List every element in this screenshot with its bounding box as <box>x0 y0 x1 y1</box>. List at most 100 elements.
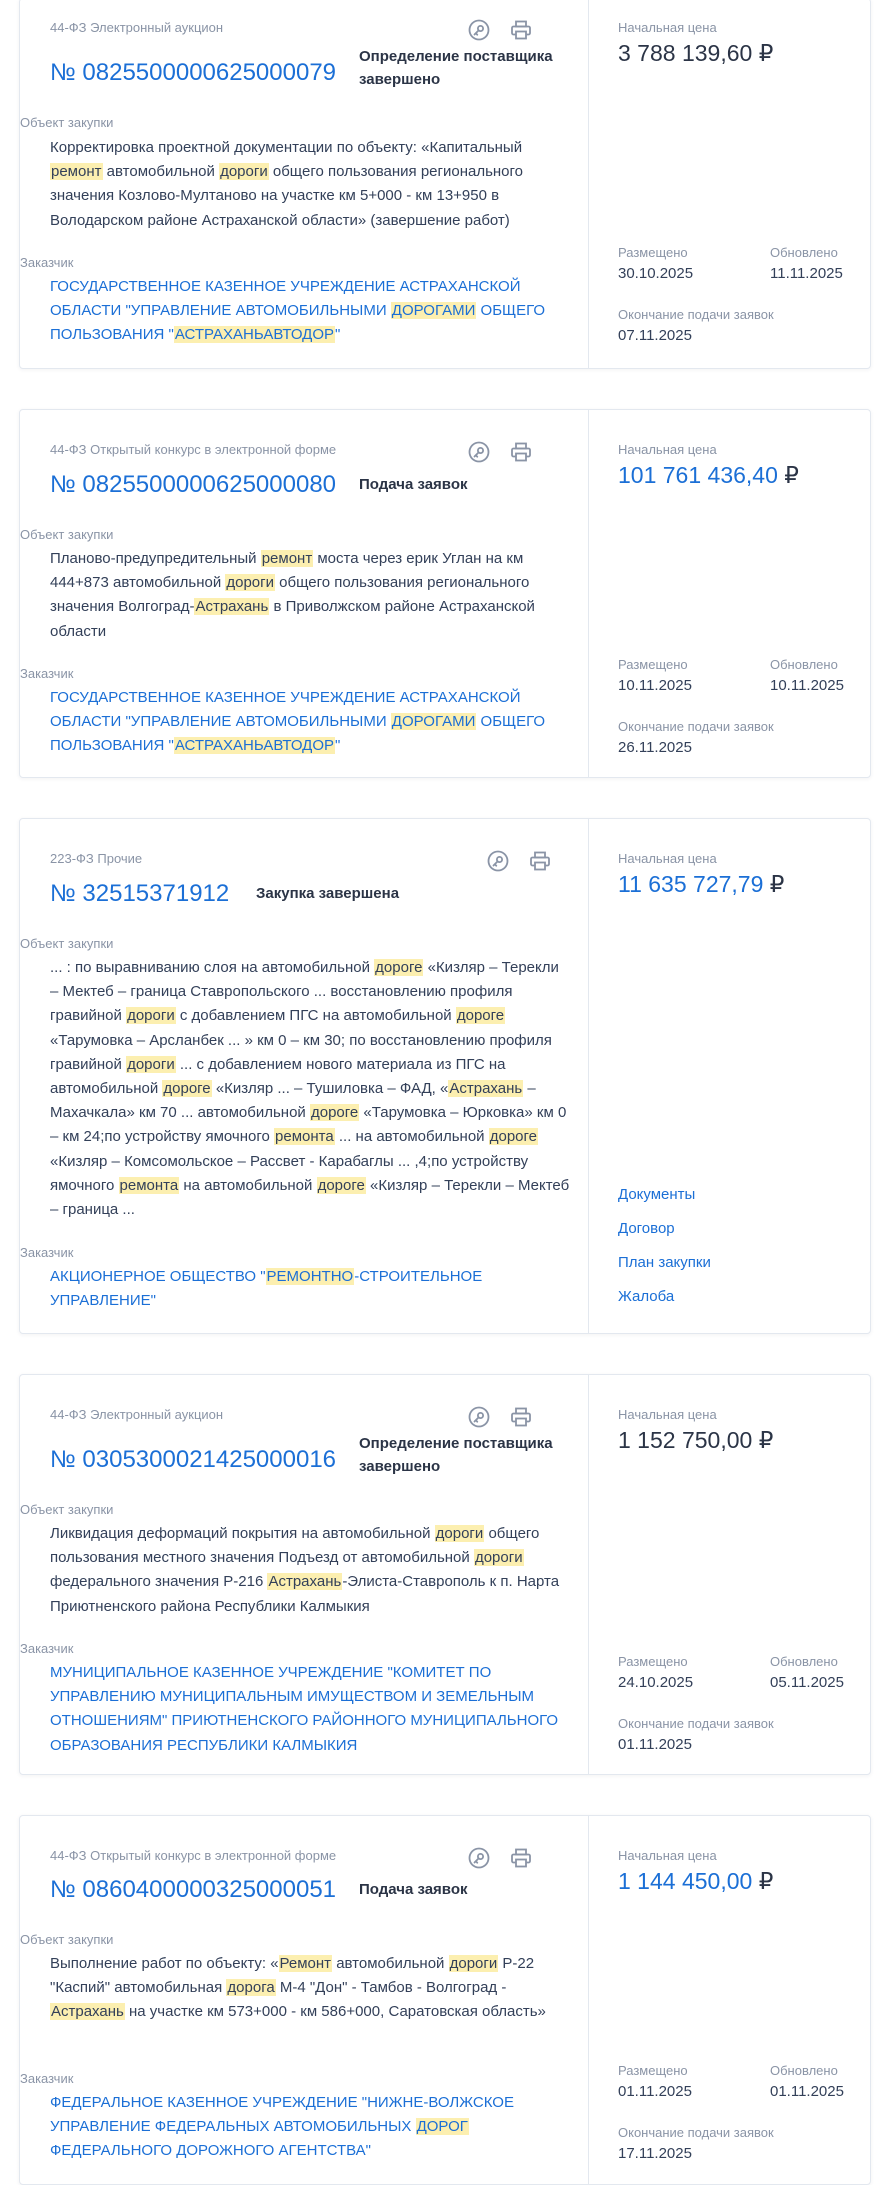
updated-date: 10.11.2025 <box>770 677 844 694</box>
law-type-tag: 223-ФЗ Прочие <box>50 851 143 866</box>
deadline-label: Окончание подачи заявок <box>618 307 774 322</box>
key-icon[interactable] <box>487 850 509 872</box>
start-price: 1 152 750,00 ₽ <box>618 1427 774 1453</box>
object-description: Ликвидация деформаций покрытия на автомо… <box>50 1525 560 1615</box>
customer-link[interactable]: МУНИЦИПАЛЬНОЕ КАЗЕННОЕ УЧРЕЖДЕНИЕ "КОМИТ… <box>50 1661 570 1758</box>
updated-label: Обновлено <box>770 2063 838 2078</box>
updated-label: Обновлено <box>770 1654 838 1669</box>
object-label: Объект закупки <box>20 936 114 951</box>
customer-link[interactable]: ФЕДЕРАЛЬНОЕ КАЗЕННОЕ УЧРЕЖДЕНИЕ "НИЖНЕ-В… <box>50 2091 570 2164</box>
object-description: Планово-предупредительный ремонт моста ч… <box>50 550 535 640</box>
deadline-date: 01.11.2025 <box>618 1736 692 1753</box>
updated-label: Обновлено <box>770 657 838 672</box>
card-actions <box>468 1847 532 1869</box>
deadline-label: Окончание подачи заявок <box>618 2125 774 2140</box>
card-side: Начальная цена 1 152 750,00 ₽ Размещено … <box>589 1375 870 1774</box>
posted-label: Размещено <box>618 2063 688 2078</box>
updated-date: 11.11.2025 <box>770 265 843 282</box>
purchase-plan-link[interactable]: План закупки <box>618 1254 711 1271</box>
documents-link[interactable]: Документы <box>618 1186 695 1203</box>
print-icon[interactable] <box>510 19 532 41</box>
law-type-tag: 44-ФЗ Открытый конкурс в электронной фор… <box>50 442 337 457</box>
contract-link[interactable]: Договор <box>618 1220 675 1237</box>
deadline-label: Окончание подачи заявок <box>618 719 774 734</box>
object-description: Корректировка проектной документации по … <box>50 139 523 229</box>
law-type-tag: 44-ФЗ Электронный аукцион <box>50 20 224 35</box>
customer-label: Заказчик <box>20 1245 74 1260</box>
purchase-number-link[interactable]: № 0825500000625000079 <box>50 59 336 87</box>
law-type-tag: 44-ФЗ Открытый конкурс в электронной фор… <box>50 1848 337 1863</box>
start-price: 1 144 450,00 ₽ <box>618 1868 774 1894</box>
purchase-number-link[interactable]: № 0860400000325000051 <box>50 1876 336 1904</box>
start-price: 11 635 727,79 ₽ <box>618 871 785 897</box>
key-icon[interactable] <box>468 441 490 463</box>
tender-card: 44-ФЗ Электронный аукцион № 082550000062… <box>19 0 871 369</box>
status-badge: Подача заявок <box>359 1881 468 1898</box>
object-label: Объект закупки <box>20 115 114 130</box>
purchase-number-link[interactable]: № 0825500000625000080 <box>50 471 336 499</box>
customer-link[interactable]: АКЦИОНЕРНОЕ ОБЩЕСТВО "РЕМОНТНО-СТРОИТЕЛЬ… <box>50 1265 570 1313</box>
posted-label: Размещено <box>618 657 688 672</box>
updated-date: 01.11.2025 <box>770 2083 844 2100</box>
updated-date: 05.11.2025 <box>770 1674 844 1691</box>
tender-card: 223-ФЗ Прочие № 32515371912 Закупка заве… <box>19 818 871 1334</box>
key-icon[interactable] <box>468 1847 490 1869</box>
card-main: 44-ФЗ Открытый конкурс в электронной фор… <box>20 410 589 777</box>
print-icon[interactable] <box>529 850 551 872</box>
price-label: Начальная цена <box>618 1848 717 1863</box>
key-icon[interactable] <box>468 1406 490 1428</box>
card-actions <box>468 441 532 463</box>
posted-date: 01.11.2025 <box>618 2083 692 2100</box>
purchase-number-link[interactable]: № 0305300021425000016 <box>50 1446 336 1474</box>
deadline-date: 17.11.2025 <box>618 2145 692 2162</box>
customer-link[interactable]: ГОСУДАРСТВЕННОЕ КАЗЕННОЕ УЧРЕЖДЕНИЕ АСТР… <box>50 275 570 348</box>
status-badge: Определение поставщика завершено <box>359 48 553 88</box>
start-price: 101 761 436,40 ₽ <box>618 462 799 488</box>
customer-link[interactable]: ГОСУДАРСТВЕННОЕ КАЗЕННОЕ УЧРЕЖДЕНИЕ АСТР… <box>50 686 570 759</box>
card-main: 44-ФЗ Открытый конкурс в электронной фор… <box>20 1816 589 2184</box>
deadline-date: 07.11.2025 <box>618 327 692 344</box>
posted-date: 30.10.2025 <box>618 265 694 282</box>
tender-card: 44-ФЗ Открытый конкурс в электронной фор… <box>19 409 871 778</box>
card-main: 44-ФЗ Электронный аукцион № 082550000062… <box>20 0 589 368</box>
status-badge: Определение поставщика завершено <box>359 1435 553 1475</box>
print-icon[interactable] <box>510 1847 532 1869</box>
price-label: Начальная цена <box>618 1407 717 1422</box>
card-side: Начальная цена 11 635 727,79 ₽ Документы… <box>589 819 870 1333</box>
updated-label: Обновлено <box>770 245 838 260</box>
customer-label: Заказчик <box>20 255 74 270</box>
card-actions <box>487 850 551 872</box>
deadline-label: Окончание подачи заявок <box>618 1716 774 1731</box>
print-icon[interactable] <box>510 441 532 463</box>
start-price: 3 788 139,60 ₽ <box>618 40 774 66</box>
customer-label: Заказчик <box>20 1641 74 1656</box>
card-side: Начальная цена 3 788 139,60 ₽ Размещено … <box>589 0 870 368</box>
object-label: Объект закупки <box>20 527 114 542</box>
tender-card: 44-ФЗ Электронный аукцион № 030530002142… <box>19 1374 871 1775</box>
customer-label: Заказчик <box>20 2071 74 2086</box>
price-label: Начальная цена <box>618 851 717 866</box>
deadline-date: 26.11.2025 <box>618 739 692 756</box>
posted-date: 24.10.2025 <box>618 1674 694 1691</box>
card-side: Начальная цена 101 761 436,40 ₽ Размещен… <box>589 410 870 777</box>
complaint-link[interactable]: Жалоба <box>618 1288 674 1305</box>
object-label: Объект закупки <box>20 1932 114 1947</box>
card-actions <box>468 1406 532 1428</box>
law-type-tag: 44-ФЗ Электронный аукцион <box>50 1407 224 1422</box>
key-icon[interactable] <box>468 19 490 41</box>
posted-date: 10.11.2025 <box>618 677 692 694</box>
customer-label: Заказчик <box>20 666 74 681</box>
object-description: Выполнение работ по объекту: «Ремонт авт… <box>50 1955 546 2021</box>
object-description: ... : по выравниванию слоя на автомобиль… <box>50 959 570 1219</box>
status-badge: Подача заявок <box>359 476 468 493</box>
posted-label: Размещено <box>618 1654 688 1669</box>
object-label: Объект закупки <box>20 1502 114 1517</box>
print-icon[interactable] <box>510 1406 532 1428</box>
card-main: 223-ФЗ Прочие № 32515371912 Закупка заве… <box>20 819 589 1333</box>
price-label: Начальная цена <box>618 442 717 457</box>
card-side: Начальная цена 1 144 450,00 ₽ Размещено … <box>589 1816 870 2184</box>
status-badge: Закупка завершена <box>256 885 400 902</box>
purchase-number-link[interactable]: № 32515371912 <box>50 880 229 908</box>
posted-label: Размещено <box>618 245 688 260</box>
card-main: 44-ФЗ Электронный аукцион № 030530002142… <box>20 1375 589 1774</box>
